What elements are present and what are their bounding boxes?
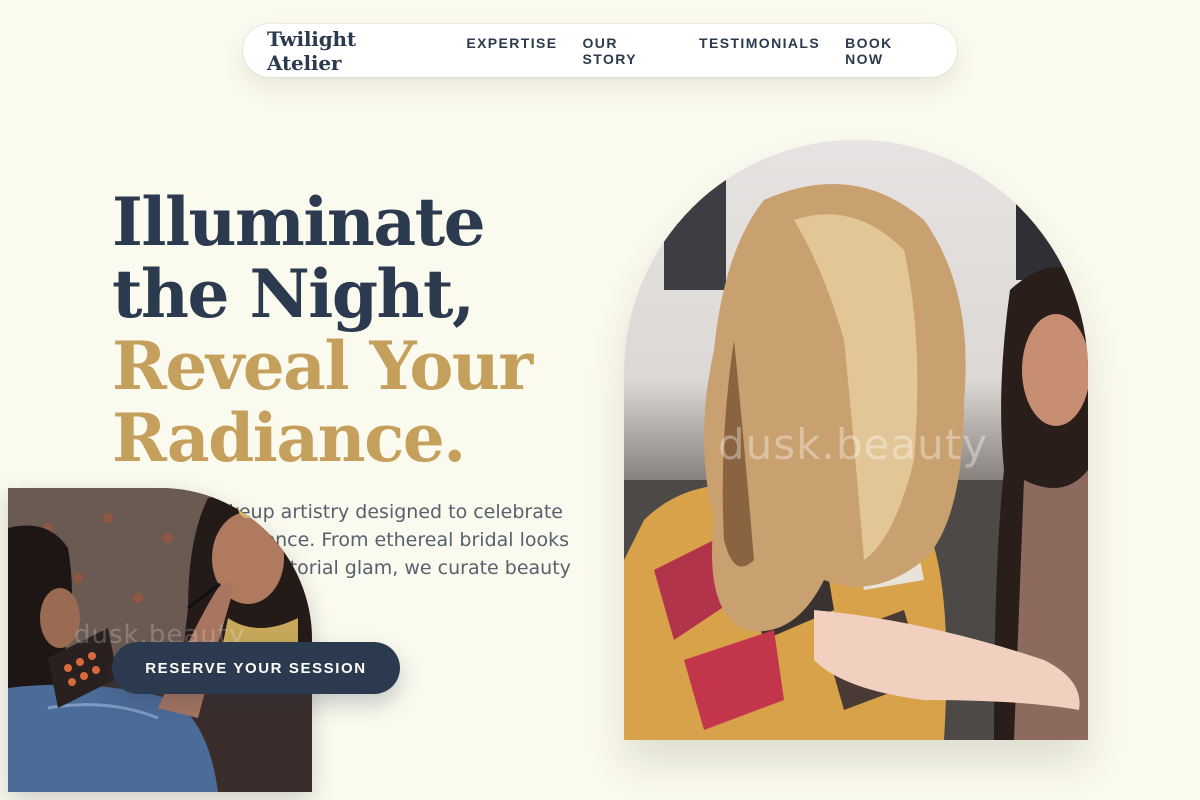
hero-secondary-photo: dusk.beauty xyxy=(8,488,312,792)
headline-accent-line-2: Radiance. xyxy=(112,399,466,477)
main-photo-watermark: dusk.beauty xyxy=(718,420,989,469)
nav-link-testimonials[interactable]: TESTIMONIALS xyxy=(699,35,820,67)
model-face xyxy=(1022,314,1088,426)
nav-links: EXPERTISE OUR STORY TESTIMONIALS BOOK NO… xyxy=(466,35,933,67)
top-nav: Twilight Atelier EXPERTISE OUR STORY TES… xyxy=(243,24,957,77)
wall-frame xyxy=(664,180,726,290)
nav-link-book-now[interactable]: BOOK NOW xyxy=(845,35,933,67)
nav-link-expertise[interactable]: EXPERTISE xyxy=(466,35,557,67)
brand-logo[interactable]: Twilight Atelier xyxy=(267,27,434,75)
headline-line-2: the Night, xyxy=(112,255,475,333)
hero-main-photo: dusk.beauty xyxy=(624,140,1088,740)
reserve-session-button[interactable]: RESERVE YOUR SESSION xyxy=(112,642,400,694)
headline-accent-line-1: Reveal Your xyxy=(112,327,533,405)
hero-headline: Illuminate the Night, Reveal Your Radian… xyxy=(112,186,592,474)
nav-link-our-story[interactable]: OUR STORY xyxy=(583,35,675,67)
headline-line-1: Illuminate xyxy=(112,183,486,261)
landing-page: Twilight Atelier EXPERTISE OUR STORY TES… xyxy=(0,0,1200,800)
headpiece xyxy=(238,498,258,518)
